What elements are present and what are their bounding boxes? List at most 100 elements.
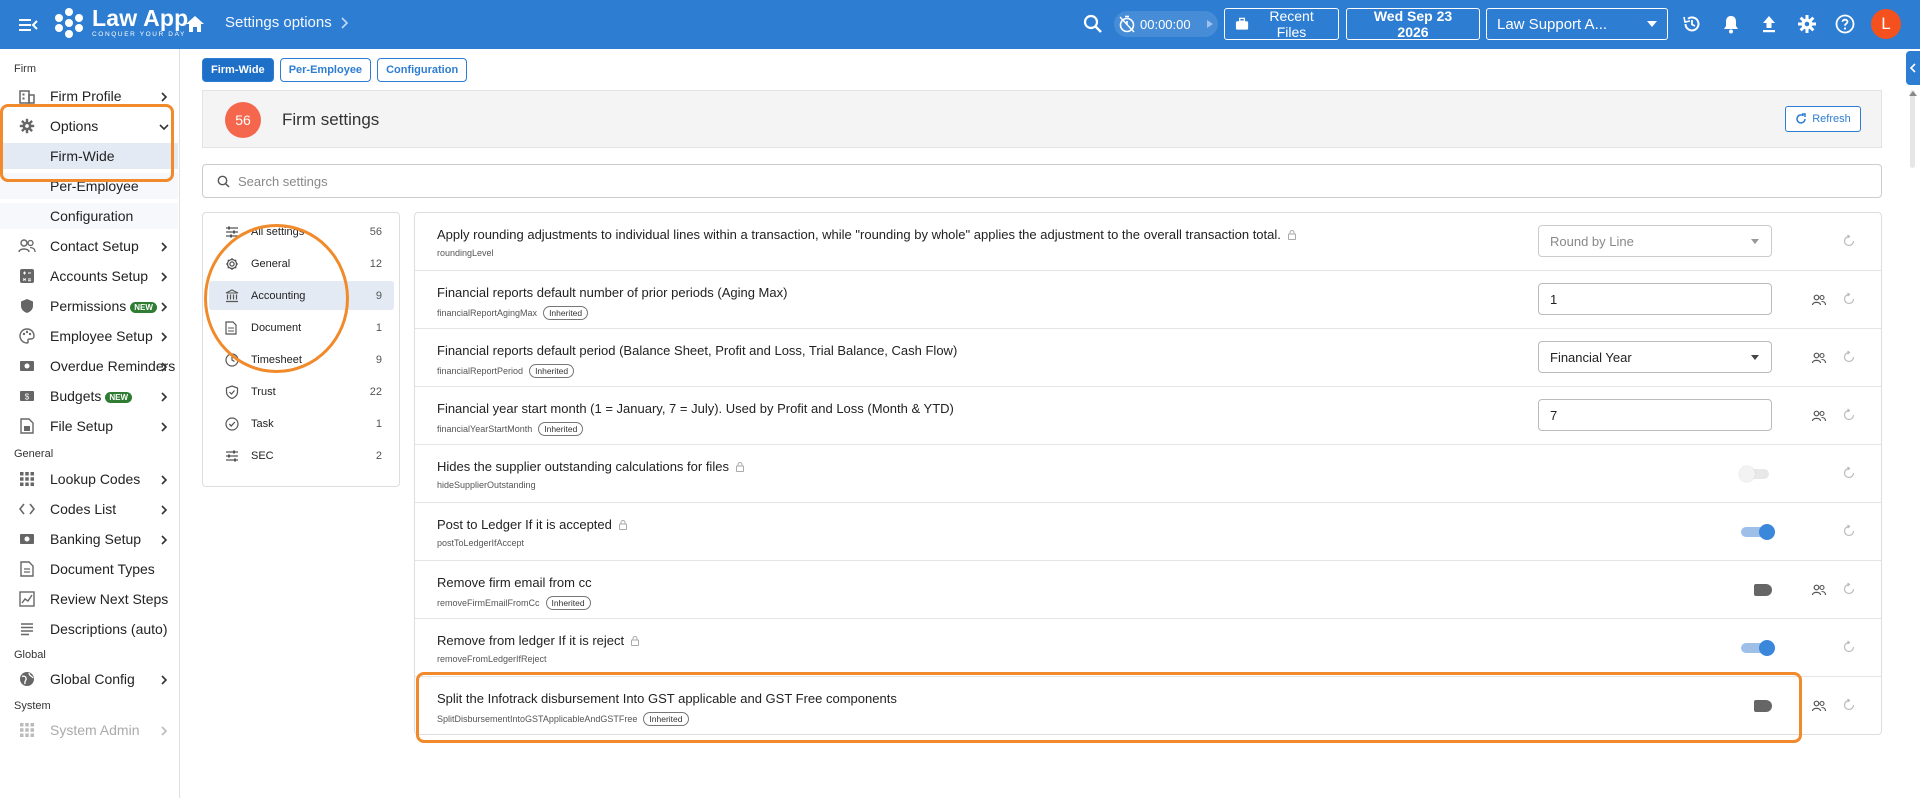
category-trust[interactable]: Trust 22	[209, 377, 394, 406]
gear-icon[interactable]	[1796, 13, 1818, 35]
sidebar-item-permissions[interactable]: Permissions NEW	[0, 293, 178, 319]
split-disbursement-toggle[interactable]	[1754, 698, 1774, 714]
setting-key: removeFirmEmailFromCc	[437, 598, 540, 608]
year-start-month-input[interactable]	[1538, 399, 1772, 431]
category-label: Timesheet	[251, 353, 302, 366]
budget-icon: $	[18, 387, 36, 405]
remove-firm-email-toggle[interactable]	[1754, 582, 1774, 598]
category-sec[interactable]: SEC 2	[209, 441, 394, 470]
setting-key: postToLedgerIfAccept	[437, 538, 525, 548]
scroll-up-arrow[interactable]	[1909, 91, 1917, 96]
remove-from-ledger-toggle[interactable]	[1741, 640, 1775, 656]
category-timesheet[interactable]: Timesheet 9	[209, 345, 394, 374]
app-logo[interactable]: Law App CONQUER YOUR DAY	[52, 6, 188, 40]
reset-icon[interactable]	[1842, 408, 1856, 422]
reset-icon[interactable]	[1842, 640, 1856, 654]
sidebar-item-employee-setup[interactable]: Employee Setup	[0, 323, 178, 349]
recent-files-button[interactable]: Recent Files	[1224, 8, 1339, 40]
tab-per-employee[interactable]: Per-Employee	[279, 58, 372, 82]
chevron-right-icon	[158, 533, 170, 545]
sidebar-item-label: Per-Employee	[50, 178, 139, 194]
tab-firm-wide[interactable]: Firm-Wide	[202, 58, 274, 82]
menu-collapse-icon[interactable]	[18, 14, 40, 36]
sidebar-item-firm-profile[interactable]: Firm Profile	[0, 83, 178, 109]
settings-search	[202, 164, 1882, 198]
people-icon[interactable]	[1811, 582, 1827, 598]
sidebar-item-firm-wide[interactable]: Firm-Wide	[0, 143, 178, 169]
reset-icon[interactable]	[1842, 466, 1856, 480]
hide-supplier-outstanding-toggle[interactable]	[1739, 466, 1773, 482]
sidebar-item-budgets[interactable]: $ Budgets NEW	[0, 383, 178, 409]
scrollbar-thumb[interactable]	[1910, 90, 1915, 168]
sidebar-item-file-setup[interactable]: File Setup	[0, 413, 178, 439]
sidebar-item-options[interactable]: Options	[0, 113, 178, 139]
check-circle-icon	[225, 416, 239, 431]
breadcrumb-current[interactable]: Settings options	[225, 14, 332, 31]
category-document[interactable]: Document 1	[209, 313, 394, 342]
people-icon[interactable]	[1811, 292, 1827, 308]
search-icon[interactable]	[1082, 13, 1104, 35]
sidebar-item-document-types[interactable]: Document Types	[0, 556, 178, 582]
people-icon[interactable]	[1811, 408, 1827, 424]
upload-icon[interactable]	[1758, 13, 1780, 35]
date-label: Wed Sep 23 2026	[1373, 8, 1453, 40]
people-icon[interactable]	[1811, 698, 1827, 714]
avatar[interactable]: L	[1871, 9, 1901, 39]
chevron-right-icon	[158, 270, 170, 282]
search-input[interactable]	[238, 173, 1738, 189]
aging-max-input[interactable]	[1538, 283, 1772, 315]
file-icon	[18, 417, 36, 435]
category-general[interactable]: General 12	[209, 249, 394, 278]
sidebar-item-accounts-setup[interactable]: Accounts Setup	[0, 263, 178, 289]
reset-icon[interactable]	[1842, 234, 1856, 248]
lock-icon	[735, 462, 744, 472]
rounding-level-select[interactable]: Round by Line	[1538, 225, 1772, 257]
sidebar-item-contact-setup[interactable]: Contact Setup	[0, 233, 178, 259]
sidebar-item-banking-setup[interactable]: Banking Setup	[0, 526, 178, 552]
reset-icon[interactable]	[1842, 350, 1856, 364]
reset-icon[interactable]	[1842, 582, 1856, 596]
timer[interactable]: 00:00:00	[1114, 11, 1218, 37]
lock-icon	[631, 636, 640, 646]
help-icon[interactable]	[1834, 13, 1856, 35]
chevron-right-icon	[158, 724, 170, 736]
reset-icon[interactable]	[1842, 524, 1856, 538]
date-button[interactable]: Wed Sep 23 2026	[1346, 8, 1480, 40]
select-value: Round by Line	[1550, 233, 1634, 249]
category-all-settings[interactable]: All settings 56	[209, 217, 394, 246]
reset-icon[interactable]	[1842, 292, 1856, 306]
sidebar-item-review-next-steps[interactable]: Review Next Steps	[0, 586, 178, 612]
sidebar-item-system-admin[interactable]: System Admin	[0, 717, 178, 743]
globe-icon	[18, 670, 36, 688]
refresh-button[interactable]: Refresh	[1785, 106, 1861, 132]
sidebar-item-descriptions-auto[interactable]: Descriptions (auto)	[0, 616, 178, 642]
tab-configuration[interactable]: Configuration	[377, 58, 468, 82]
caret-down-icon	[1751, 239, 1759, 244]
sidebar-item-lookup-codes[interactable]: Lookup Codes	[0, 466, 178, 492]
reset-icon[interactable]	[1842, 698, 1856, 712]
workspace-select[interactable]: Law Support A...	[1486, 8, 1668, 40]
right-panel-toggle[interactable]	[1906, 51, 1920, 85]
options-tabs: Firm-Wide Per-Employee Configuration	[202, 58, 468, 82]
category-accounting[interactable]: Accounting 9	[209, 281, 394, 310]
play-icon[interactable]	[1205, 19, 1215, 29]
category-count: 2	[375, 449, 382, 462]
chevron-right-icon	[341, 16, 348, 29]
people-icon[interactable]	[1811, 350, 1827, 366]
category-task[interactable]: Task 1	[209, 409, 394, 438]
report-period-select[interactable]: Financial Year	[1538, 341, 1772, 373]
home-icon[interactable]	[184, 13, 206, 35]
caret-down-icon	[1647, 21, 1657, 27]
bell-icon[interactable]	[1720, 13, 1742, 35]
setting-row-year-start-month: Financial year start month (1 = January,…	[415, 387, 1881, 445]
history-icon[interactable]	[1681, 13, 1703, 35]
sidebar-item-configuration[interactable]: Configuration	[0, 203, 178, 229]
sidebar-item-global-config[interactable]: Global Config	[0, 666, 178, 692]
sidebar-item-per-employee[interactable]: Per-Employee	[0, 173, 178, 199]
category-list: All settings 56 General 12 Accounting 9 …	[202, 212, 400, 487]
sidebar-item-overdue-reminders[interactable]: Overdue Reminders	[0, 353, 178, 379]
recent-files-label: Recent Files	[1269, 8, 1314, 40]
caret-down-icon	[1751, 355, 1759, 360]
post-to-ledger-toggle[interactable]	[1741, 524, 1775, 540]
sidebar-item-codes-list[interactable]: Codes List	[0, 496, 178, 522]
